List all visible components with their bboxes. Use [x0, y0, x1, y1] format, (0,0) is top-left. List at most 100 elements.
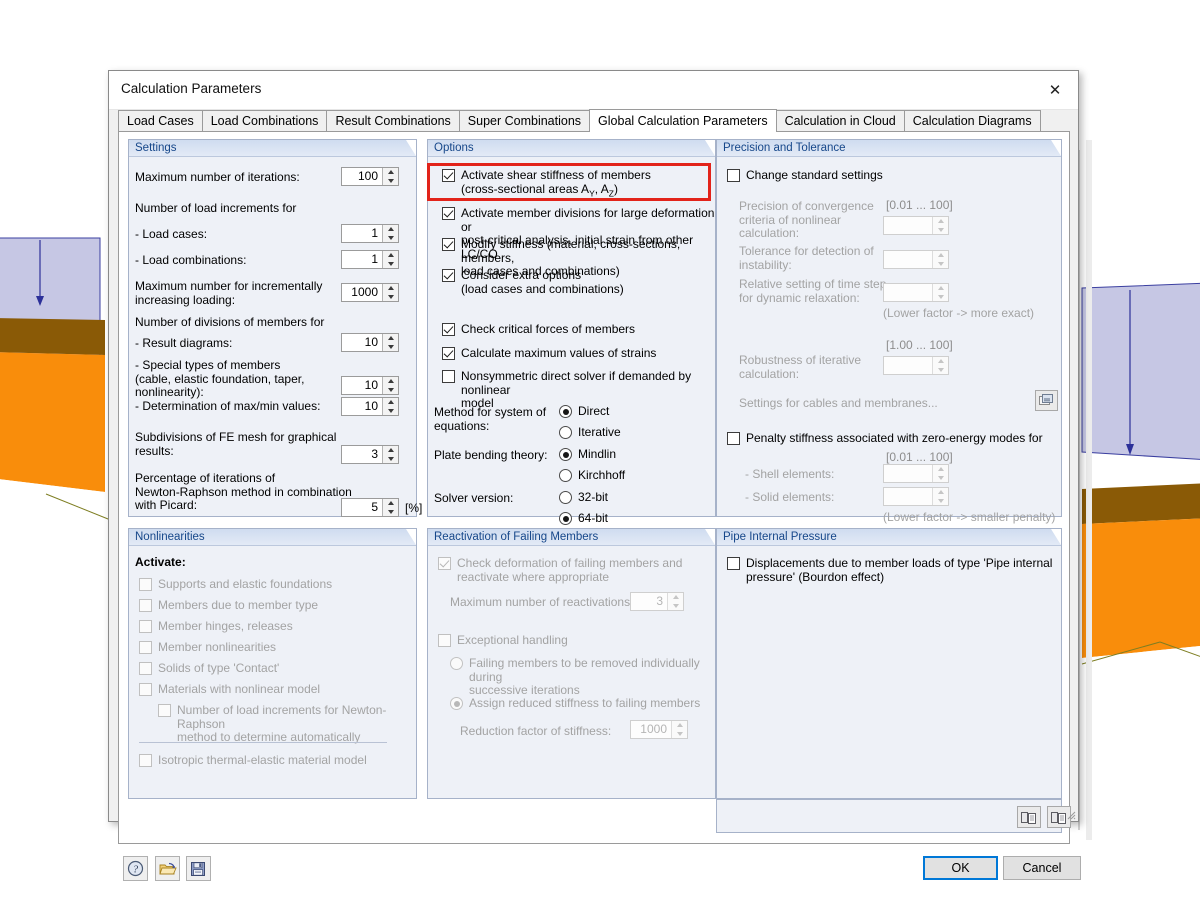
- load-cases-stepper[interactable]: 1: [341, 224, 399, 243]
- calculation-parameters-dialog: Calculation Parameters ✕ Load Cases Load…: [108, 70, 1081, 881]
- stepper-arrows[interactable]: [932, 284, 948, 301]
- nonlinearities-group-title: Nonlinearities: [129, 529, 416, 546]
- stepper-arrows[interactable]: [382, 251, 398, 268]
- member-nonlinearities-checkbox[interactable]: [139, 641, 152, 654]
- max-iterations-stepper[interactable]: 100: [341, 167, 399, 186]
- stepper-arrows[interactable]: [382, 168, 398, 185]
- radio-solver-64bit[interactable]: [559, 512, 572, 525]
- stepper-arrows[interactable]: [667, 593, 683, 610]
- members-member-type-checkbox[interactable]: [139, 599, 152, 612]
- stepper-arrows[interactable]: [382, 398, 398, 415]
- stepper-arrows[interactable]: [932, 465, 948, 482]
- radio-solver-32bit[interactable]: [559, 491, 572, 504]
- robustness-stepper[interactable]: [883, 356, 949, 375]
- fe-mesh-stepper[interactable]: 3: [341, 445, 399, 464]
- resize-grip-icon[interactable]: [1064, 808, 1076, 820]
- extra-options-checkbox[interactable]: [442, 269, 455, 282]
- change-standard-settings-checkbox[interactable]: [727, 169, 740, 182]
- help-glyph: ?: [127, 860, 144, 877]
- reduction-factor-value: 1000: [640, 722, 667, 736]
- stepper-arrows[interactable]: [932, 251, 948, 268]
- exceptional-handling-checkbox[interactable]: [438, 634, 451, 647]
- cancel-button[interactable]: Cancel: [1003, 856, 1081, 880]
- solid-elements-stepper[interactable]: [883, 487, 949, 506]
- settings-dialog-icon[interactable]: [1035, 390, 1058, 411]
- stepper-arrows[interactable]: [382, 334, 398, 351]
- check-critical-forces-checkbox[interactable]: [442, 323, 455, 336]
- radio-method-iterative[interactable]: [559, 426, 572, 439]
- copy-toolbar-strip: [716, 799, 1062, 833]
- open-folder-icon[interactable]: [155, 856, 180, 881]
- help-icon[interactable]: ?: [123, 856, 148, 881]
- materials-nonlinear-checkbox[interactable]: [139, 683, 152, 696]
- tab-global-calculation-parameters[interactable]: Global Calculation Parameters: [589, 109, 777, 133]
- stepper-arrows[interactable]: [932, 488, 948, 505]
- radio-remove-individually[interactable]: [450, 657, 463, 670]
- timestep-stepper[interactable]: [883, 283, 949, 302]
- copy-to-icon-front[interactable]: [1017, 806, 1041, 828]
- stepper-arrows[interactable]: [671, 721, 687, 738]
- options-group: Options Activate shear stiffness of memb…: [427, 139, 716, 525]
- materials-nonlinear-label: Materials with nonlinear model: [158, 682, 321, 696]
- result-diagrams-label: - Result diagrams:: [135, 336, 233, 350]
- radio-plate-kirchhoff[interactable]: [559, 469, 572, 482]
- reduction-factor-stepper[interactable]: 1000: [630, 720, 688, 739]
- convergence-value: [884, 217, 932, 234]
- modify-stiffness-checkbox[interactable]: [442, 238, 455, 251]
- max-reactivations-stepper[interactable]: 3: [630, 592, 684, 611]
- member-hinges-checkbox[interactable]: [139, 620, 152, 633]
- dialog-glyph: [1039, 393, 1053, 405]
- radio-method-direct[interactable]: [559, 405, 572, 418]
- result-diagrams-value: 10: [364, 335, 378, 349]
- shear-stiffness-checkbox[interactable]: [442, 169, 455, 182]
- isotropic-thermal-label: Isotropic thermal-elastic material model: [158, 753, 367, 767]
- nonsymmetric-solver-checkbox[interactable]: [442, 370, 455, 383]
- stepper-arrows[interactable]: [382, 284, 398, 301]
- stepper-arrows[interactable]: [932, 217, 948, 234]
- tab-super-combinations[interactable]: Super Combinations: [458, 110, 591, 131]
- member-divisions-checkbox[interactable]: [442, 207, 455, 220]
- convergence-stepper[interactable]: [883, 216, 949, 235]
- newton-raphson-stepper[interactable]: 5: [341, 498, 399, 517]
- shell-elements-stepper[interactable]: [883, 464, 949, 483]
- max-reactivations-value: 3: [656, 594, 663, 608]
- radio-plate-mindlin[interactable]: [559, 448, 572, 461]
- maxmin-values-stepper[interactable]: 10: [341, 397, 399, 416]
- options-group-title: Options: [428, 140, 715, 157]
- stepper-arrows[interactable]: [932, 357, 948, 374]
- penalty-stiffness-checkbox[interactable]: [727, 432, 740, 445]
- instability-stepper[interactable]: [883, 250, 949, 269]
- load-increments-auto-checkbox[interactable]: [158, 704, 171, 717]
- stepper-arrows[interactable]: [382, 446, 398, 463]
- stepper-arrows[interactable]: [382, 499, 398, 516]
- tab-bar: Load Cases Load Combinations Result Comb…: [118, 109, 1070, 133]
- radio-reduced-stiffness[interactable]: [450, 697, 463, 710]
- tab-load-combinations[interactable]: Load Combinations: [201, 110, 328, 131]
- supports-foundations-checkbox[interactable]: [139, 578, 152, 591]
- ok-button[interactable]: OK: [923, 856, 998, 880]
- save-icon[interactable]: [186, 856, 211, 881]
- tab-result-combinations[interactable]: Result Combinations: [326, 110, 460, 131]
- stepper-arrows[interactable]: [382, 377, 398, 394]
- load-combinations-stepper[interactable]: 1: [341, 250, 399, 269]
- tab-load-cases[interactable]: Load Cases: [118, 110, 203, 131]
- pipe-displacement-checkbox[interactable]: [727, 557, 740, 570]
- calculate-max-strains-checkbox[interactable]: [442, 347, 455, 360]
- tab-calculation-in-cloud[interactable]: Calculation in Cloud: [775, 110, 905, 131]
- stepper-arrows[interactable]: [382, 225, 398, 242]
- load-surface-right: [1081, 282, 1200, 460]
- check-deformation-checkbox[interactable]: [438, 557, 451, 570]
- convergence-range: [0.01 ... 100]: [886, 198, 953, 212]
- incremental-loading-stepper[interactable]: 1000: [341, 283, 399, 302]
- result-diagrams-stepper[interactable]: 10: [341, 333, 399, 352]
- tab-calculation-diagrams[interactable]: Calculation Diagrams: [903, 110, 1041, 131]
- solids-contact-checkbox[interactable]: [139, 662, 152, 675]
- isotropic-thermal-checkbox[interactable]: [139, 754, 152, 767]
- shell-elements-label: - Shell elements:: [745, 467, 835, 481]
- dialog-titlebar: Calculation Parameters ✕: [109, 71, 1078, 110]
- special-members-stepper[interactable]: 10: [341, 376, 399, 395]
- nonlinearities-group: Nonlinearities Activate: Supports and el…: [128, 528, 417, 799]
- extra-options-label: Consider extra options (load cases and c…: [461, 268, 624, 296]
- close-icon[interactable]: ✕: [1032, 71, 1078, 108]
- cables-membranes-label: Settings for cables and membranes...: [739, 396, 938, 410]
